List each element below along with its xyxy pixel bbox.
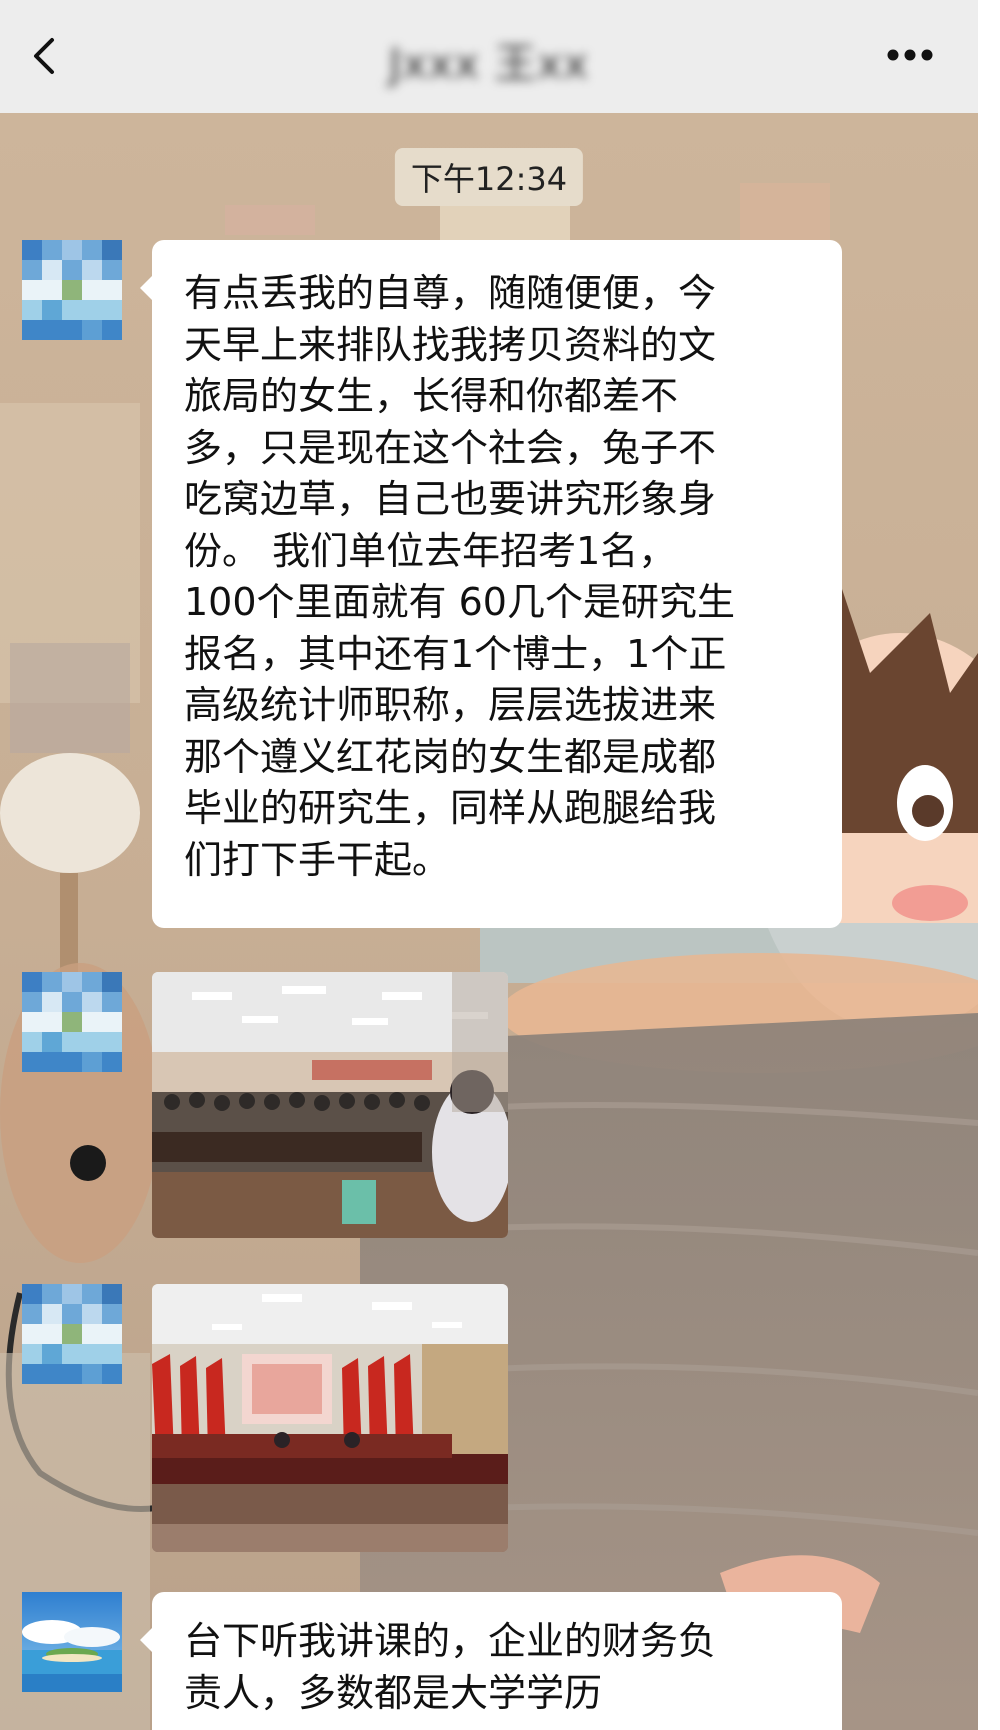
message-line: 那个遵义红花岗的女生都是成都 <box>184 734 717 779</box>
message-line: 们打下手干起。 <box>184 837 451 882</box>
chat-screen: Jxxx 王xx 下午12:34 有点丢我的自尊，随随便便，今 天早上来排队找我… <box>0 0 978 1730</box>
message-line: 报名，其中还有1个博士，1个正 <box>184 631 727 676</box>
chat-title: Jxxx 王xx <box>0 30 978 91</box>
message-line: 高级统计师职称，层层选拔进来 <box>184 683 717 727</box>
screen-edge <box>978 0 1000 1730</box>
avatar[interactable] <box>22 1284 122 1384</box>
photo-classroom-icon <box>152 972 508 1238</box>
message-line: 100个里面就有 60几个是研究生 <box>184 580 735 624</box>
avatar[interactable] <box>22 972 122 1072</box>
avatar[interactable] <box>22 240 122 340</box>
message-line: 份。 我们单位去年招考1名， <box>184 528 677 573</box>
message-bubble-text[interactable]: 台下听我讲课的，企业的财务负 责人，多数都是大学学历 <box>140 1592 842 1730</box>
chat-header: Jxxx 王xx <box>0 0 978 113</box>
message-line: 毕业的研究生，同样从跑腿给我 <box>184 786 717 830</box>
message-line: 责人，多数都是大学学历 <box>184 1670 603 1715</box>
message-line: 旅局的女生，长得和你都差不 <box>184 374 679 418</box>
more-dots-icon[interactable] <box>886 48 934 62</box>
avatar[interactable] <box>22 1592 122 1692</box>
message-line: 吃窝边草，自己也要讲究形象身 <box>184 477 717 521</box>
blurred-contact-name: Jxxx 王xx <box>388 39 589 88</box>
message-line: 有点丢我的自尊，随随便便，今 <box>184 271 717 315</box>
message-line: 多，只是现在这个社会，兔子不 <box>184 425 717 470</box>
message-bubble-text[interactable]: 有点丢我的自尊，随随便便，今 天早上来排队找我拷贝资料的文 旅局的女生，长得和你… <box>140 240 842 928</box>
message-image-classroom[interactable] <box>152 972 508 1238</box>
photo-meeting-hall-icon <box>152 1284 508 1552</box>
message-line: 天早上来排队找我拷贝资料的文 <box>184 322 717 367</box>
message-line: 台下听我讲课的，企业的财务负 <box>184 1619 717 1663</box>
message-image-meeting-hall[interactable] <box>152 1284 508 1552</box>
message-timestamp: 下午12:34 <box>394 148 584 206</box>
